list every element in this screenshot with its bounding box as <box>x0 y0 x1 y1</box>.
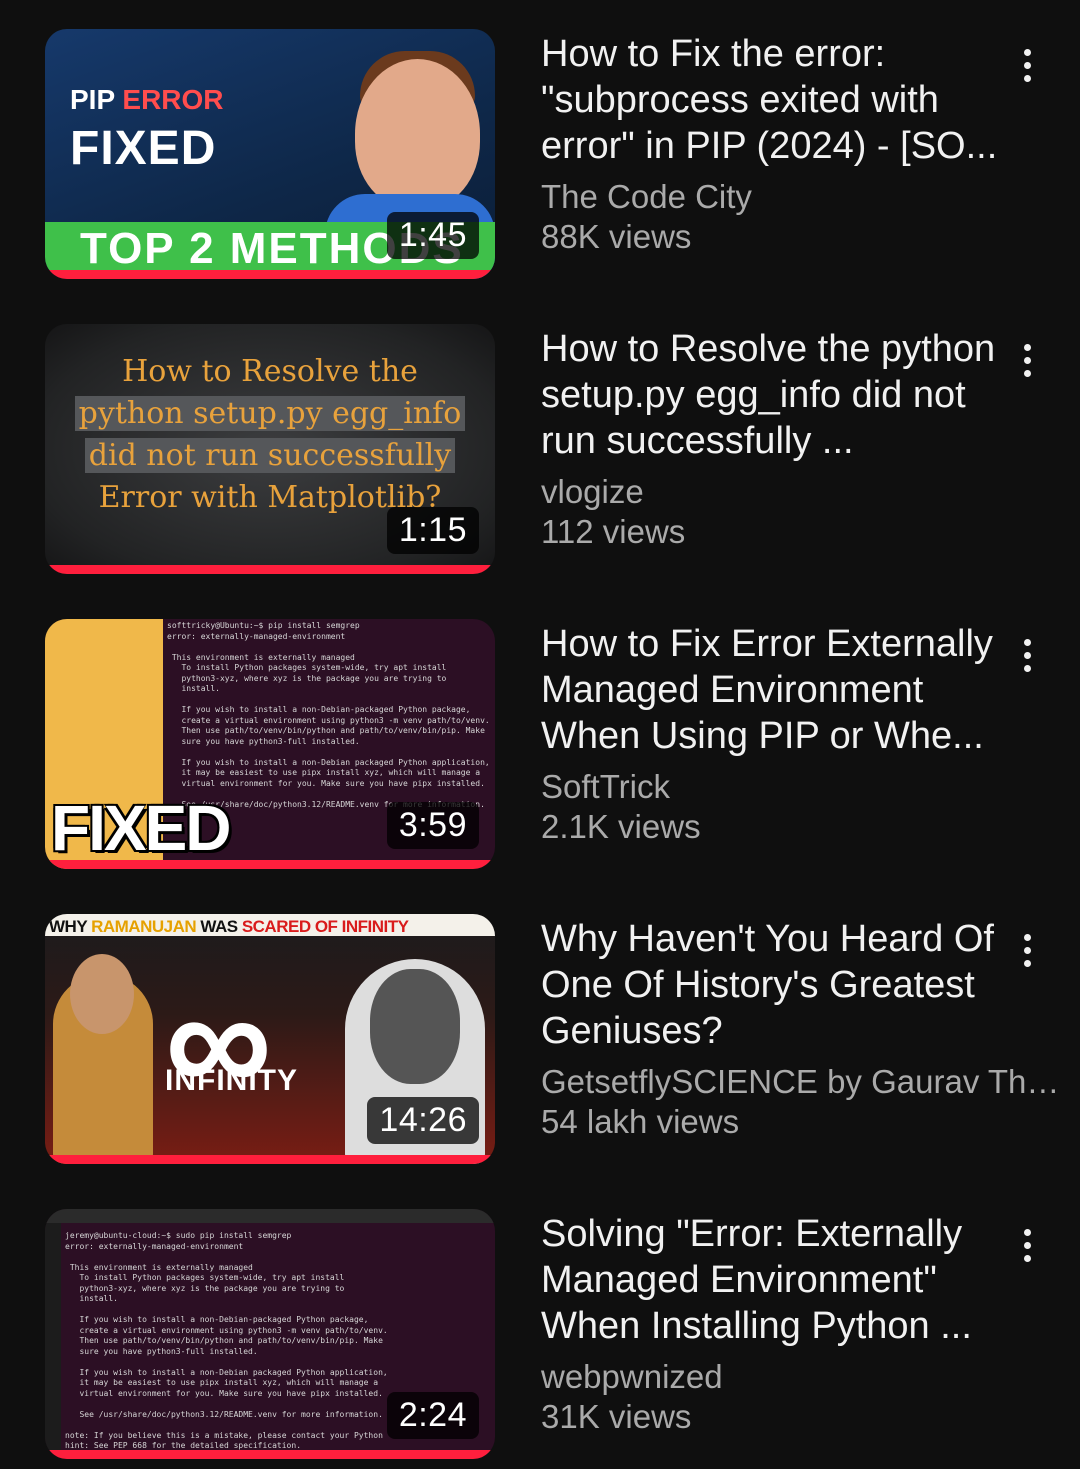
video-duration: 2:24 <box>386 1392 479 1439</box>
video-duration: 3:59 <box>386 802 479 849</box>
channel-name[interactable]: SoftTrick <box>541 767 1061 807</box>
video-thumbnail[interactable]: WHY RAMANUJAN WAS SCARED OF INFINITY ∞ I… <box>45 914 495 1164</box>
more-vert-icon[interactable] <box>1005 633 1049 677</box>
channel-name[interactable]: webpwnized <box>541 1357 1061 1397</box>
terminal-text-graphic: softtricky@Ubuntu:~$ pip install semgrep… <box>167 621 490 809</box>
thumbnail-text: PIP ERROR <box>70 84 224 115</box>
thumbnail-banner: WHY RAMANUJAN WAS SCARED OF INFINITY <box>45 914 495 936</box>
more-vert-icon[interactable] <box>1005 1223 1049 1267</box>
watch-progress-bar <box>45 270 495 279</box>
channel-name[interactable]: GetsetflySCIENCE by Gaurav Tha... <box>541 1062 1061 1102</box>
video-item[interactable]: WHY RAMANUJAN WAS SCARED OF INFINITY ∞ I… <box>0 914 1080 1174</box>
more-vert-icon[interactable] <box>1005 338 1049 382</box>
more-vert-icon[interactable] <box>1005 43 1049 87</box>
thumbnail-graphic <box>45 1223 61 1459</box>
thumbnail-text: FIXED <box>51 792 231 864</box>
video-title[interactable]: How to Fix Error Externally Managed Envi… <box>541 621 1011 759</box>
channel-name[interactable]: vlogize <box>541 472 1061 512</box>
terminal-text-graphic: jeremy@ubuntu-cloud:~$ sudo pip install … <box>65 1231 388 1450</box>
video-info[interactable]: Why Haven't You Heard Of One Of History'… <box>541 914 1061 1142</box>
view-count: 112 views <box>541 513 686 550</box>
view-count: 31K views <box>541 1398 692 1435</box>
thumbnail-text: INFINITY <box>165 1064 298 1097</box>
video-thumbnail[interactable]: How to Resolve the python setup.py egg_i… <box>45 324 495 574</box>
video-info[interactable]: How to Fix Error Externally Managed Envi… <box>541 619 1011 847</box>
channel-name[interactable]: The Code City <box>541 177 1061 217</box>
video-title[interactable]: How to Resolve the python setup.py egg_i… <box>541 326 1011 464</box>
thumbnail-graphic <box>70 954 134 1034</box>
watch-progress-bar <box>45 565 495 574</box>
view-count: 88K views <box>541 218 692 255</box>
video-title[interactable]: Solving "Error: Externally Managed Envir… <box>541 1211 1011 1349</box>
video-duration: 14:26 <box>367 1097 479 1144</box>
thumbnail-graphic <box>355 59 480 209</box>
video-item[interactable]: How to Resolve the python setup.py egg_i… <box>0 324 1080 584</box>
thumbnail-graphic <box>45 1209 495 1223</box>
video-thumbnail[interactable]: PIP ERROR FIXED TOP 2 METHODS 1:45 <box>45 29 495 279</box>
video-info[interactable]: How to Fix the error: "subprocess exited… <box>541 29 1011 257</box>
video-item[interactable]: PIP ERROR FIXED TOP 2 METHODS 1:45 How t… <box>0 29 1080 289</box>
video-info[interactable]: Solving "Error: Externally Managed Envir… <box>541 1209 1011 1437</box>
thumbnail-text: How to Resolve the <box>122 354 418 389</box>
video-duration: 1:45 <box>386 212 479 259</box>
thumbnail-text: FIXED <box>70 122 217 175</box>
watch-progress-bar <box>45 860 495 869</box>
video-duration: 1:15 <box>386 507 479 554</box>
thumbnail-text: python setup.py egg_info <box>45 396 495 431</box>
video-info[interactable]: How to Resolve the python setup.py egg_i… <box>541 324 1011 552</box>
video-thumbnail[interactable]: jeremy@ubuntu-cloud:~$ sudo pip install … <box>45 1209 495 1459</box>
more-vert-icon[interactable] <box>1005 928 1049 972</box>
video-title[interactable]: How to Fix the error: "subprocess exited… <box>541 31 1011 169</box>
thumbnail-text: did not run successfully <box>45 438 495 473</box>
view-count: 2.1K views <box>541 808 701 845</box>
video-title[interactable]: Why Haven't You Heard Of One Of History'… <box>541 916 1011 1054</box>
video-item[interactable]: jeremy@ubuntu-cloud:~$ sudo pip install … <box>0 1209 1080 1469</box>
view-count: 54 lakh views <box>541 1103 740 1140</box>
thumbnail-graphic <box>370 969 460 1084</box>
video-thumbnail[interactable]: softtricky@Ubuntu:~$ pip install semgrep… <box>45 619 495 869</box>
video-item[interactable]: softtricky@Ubuntu:~$ pip install semgrep… <box>0 619 1080 879</box>
watch-progress-bar <box>45 1155 495 1164</box>
